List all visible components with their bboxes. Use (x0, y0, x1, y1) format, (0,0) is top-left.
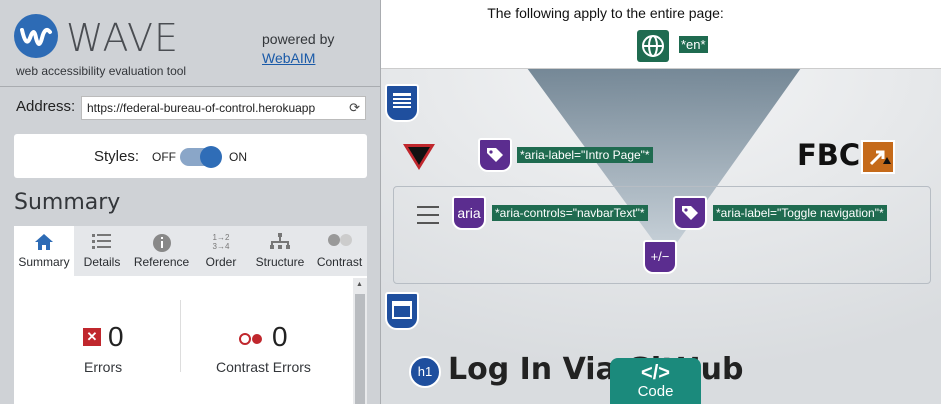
code-icon: </> (641, 362, 670, 384)
styles-panel: Styles: OFF ON (14, 134, 367, 178)
tab-label: Reference (133, 255, 190, 269)
panel-scrollbar[interactable]: ▲ (353, 278, 367, 404)
app-name: WAVE (66, 16, 180, 60)
wave-logo-icon (14, 14, 58, 58)
language-globe-icon[interactable] (637, 30, 669, 62)
aria-controls-label: *aria-controls="navbarText"* (492, 205, 648, 221)
h1-badge-icon[interactable]: h1 (409, 356, 441, 388)
apply-text: The following apply to the entire page: (487, 5, 724, 21)
info-icon (129, 233, 194, 255)
summary-title: Summary (14, 190, 121, 215)
reload-icon[interactable]: ⟳ (349, 100, 360, 116)
tab-details[interactable]: Details (77, 226, 127, 276)
header-region-icon[interactable] (385, 84, 419, 122)
address-input[interactable]: https://federal-bureau-of-control.heroku… (81, 96, 366, 120)
list-icon (77, 233, 127, 255)
panel-tabs: Summary Details Reference 1→2 3→4 Order S… (14, 226, 367, 276)
language-label: *en* (679, 36, 708, 53)
contrast-alert-icon[interactable] (861, 140, 895, 174)
code-label: Code (637, 383, 674, 400)
contrast-error-icon (239, 332, 265, 350)
scroll-up-icon[interactable]: ▲ (356, 281, 363, 288)
divider (0, 86, 380, 87)
code-button[interactable]: </> Code (610, 358, 701, 404)
aria-label-tag-icon[interactable] (673, 196, 707, 230)
styles-label: Styles: (94, 148, 140, 165)
skip-link-arrow-icon[interactable] (401, 142, 437, 177)
aria-expanded-icon[interactable]: +/− (643, 240, 677, 274)
tab-label: Details (83, 255, 121, 269)
tab-label: Summary (18, 255, 70, 269)
summary-panel: ✕ 0 Errors 0 Contrast Errors ▲ (14, 276, 367, 404)
aria-label-toggle: *aria-label="Toggle navigation"* (713, 205, 887, 221)
structure-icon (250, 233, 310, 255)
tab-summary[interactable]: Summary (14, 226, 74, 276)
home-icon (14, 233, 74, 255)
address-value: https://federal-bureau-of-control.heroku… (87, 101, 316, 115)
styles-on-label: ON (229, 150, 247, 164)
webaim-link[interactable]: WebAIM (262, 50, 315, 66)
tab-label: Contrast (316, 255, 363, 269)
tab-label: Structure (255, 255, 305, 269)
tab-contrast[interactable]: Contrast (312, 226, 367, 276)
powered-by: powered by WebAIM (262, 30, 334, 68)
wave-sidebar: WAVE web accessibility evaluation tool p… (0, 0, 381, 404)
contrast-icon (312, 233, 367, 255)
page-level-bar: The following apply to the entire page: … (381, 0, 941, 69)
aria-label-tag-icon[interactable] (478, 138, 512, 172)
styles-toggle[interactable] (180, 146, 222, 168)
aria-badge-icon[interactable]: aria (452, 196, 486, 230)
order-icon: 1→2 3→4 (212, 233, 230, 251)
fbc-logo-text: FBC (797, 138, 861, 172)
contrast-errors-label: Contrast Errors (216, 359, 311, 375)
styles-off-label: OFF (152, 150, 176, 164)
evaluated-page: The following apply to the entire page: … (381, 0, 941, 404)
hamburger-icon[interactable] (417, 206, 439, 230)
scroll-thumb[interactable] (355, 294, 365, 404)
tab-label: Order (205, 255, 237, 269)
main-region-icon[interactable] (385, 292, 419, 330)
tagline: web accessibility evaluation tool (16, 64, 187, 78)
aria-label-intro: *aria-label="Intro Page"* (517, 147, 653, 163)
tab-structure[interactable]: Structure (250, 226, 310, 276)
errors-label: Errors (84, 359, 123, 375)
contrast-errors-count: 0 (272, 321, 288, 352)
panel-divider (180, 300, 181, 372)
errors-count: 0 (108, 321, 124, 352)
tab-reference[interactable]: Reference (129, 226, 194, 276)
address-label: Address: (16, 98, 76, 115)
tab-order[interactable]: 1→2 3→4 Order (196, 226, 246, 276)
error-icon: ✕ (83, 328, 101, 346)
powered-by-text: powered by (262, 31, 335, 47)
toggle-knob (200, 146, 222, 168)
